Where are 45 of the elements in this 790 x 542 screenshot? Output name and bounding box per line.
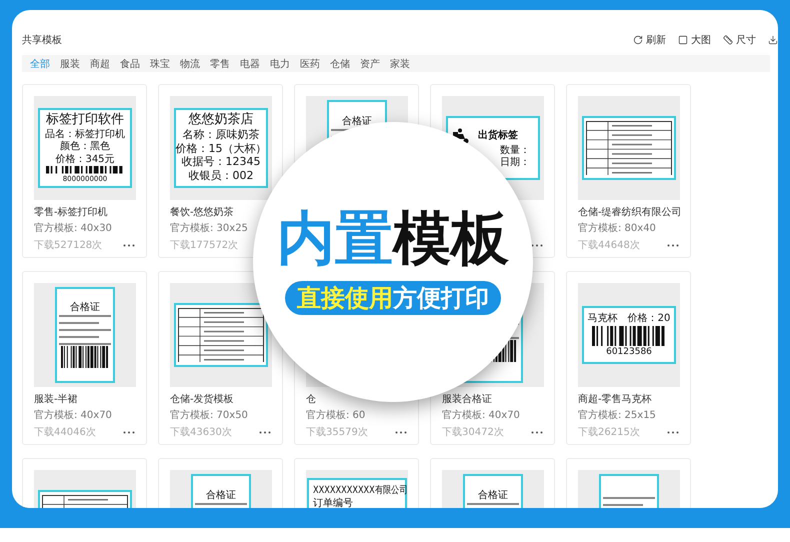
download-count: 下载43630次 [170,426,232,439]
template-size: 官方模板: 70x50 [170,410,249,422]
label-heading: 合格证 [342,116,372,128]
label-heading: 合格证 [70,302,100,314]
label-heading: 出货标签 [478,130,518,142]
download-count: 下载177572次 [170,238,238,252]
template-title: 零售-标签打印机 [34,207,109,219]
label-text: 价格：20 [628,313,670,325]
label-text: 日期： [500,157,530,168]
label-text: 标签打印软件 [46,113,124,128]
template-title: 仓储-发货模板 [170,394,235,406]
download-count: 下载44648次 [578,238,640,252]
template-size: 官方模板: 40x70 [34,410,113,422]
label-text: 数量： [500,144,530,156]
template-size: 官方模板: 80x40 [578,223,657,235]
label-text: 马克杯 [588,313,618,325]
label-text: 收据号：12345 [182,156,260,170]
label-text: 收银员：002 [188,170,254,183]
download-count: 下载35579次 [306,426,368,439]
label-heading: 合格证 [478,490,508,502]
label-text: 颜色：黑色 [60,141,110,153]
template-size: 官方模板: 30x25 [170,223,249,235]
download-count: 下载30472次 [442,426,504,439]
download-count: 下载26215次 [578,426,640,439]
label-heading: 合格证 [206,490,236,502]
template-size: 官方模板: 25x15 [578,410,657,422]
template-title: 仓储-缇睿纺织有限公司 [578,207,679,219]
promo-tagline: 直接使用方便打印 [285,281,501,315]
label-text: 名称：原味奶茶 [182,129,260,142]
template-title: 服装合格证 [442,394,493,406]
template-title: 仓 [306,394,317,406]
label-text: 价格：345元 [55,154,115,166]
template-size: 官方模板: 60 [306,410,366,422]
label-text: 订单编号 [313,498,353,508]
download-count: 下载527128次 [34,238,102,252]
template-title: 服装-半裙 [34,394,79,406]
panel-title: 共享模板 [22,34,63,47]
label-text: 品名：标签打印机 [45,128,125,140]
template-title: 商超-零售马克杯 [578,394,653,406]
template-size: 官方模板: 40x30 [34,223,113,235]
download-count: 下载44046次 [34,426,96,439]
barcode-number: 60123586 [606,346,652,357]
template-title: 餐饮-悠悠奶茶 [170,207,235,219]
template-size: 官方模板: 40x70 [442,410,521,422]
label-text: 悠悠奶茶店 [188,113,254,128]
